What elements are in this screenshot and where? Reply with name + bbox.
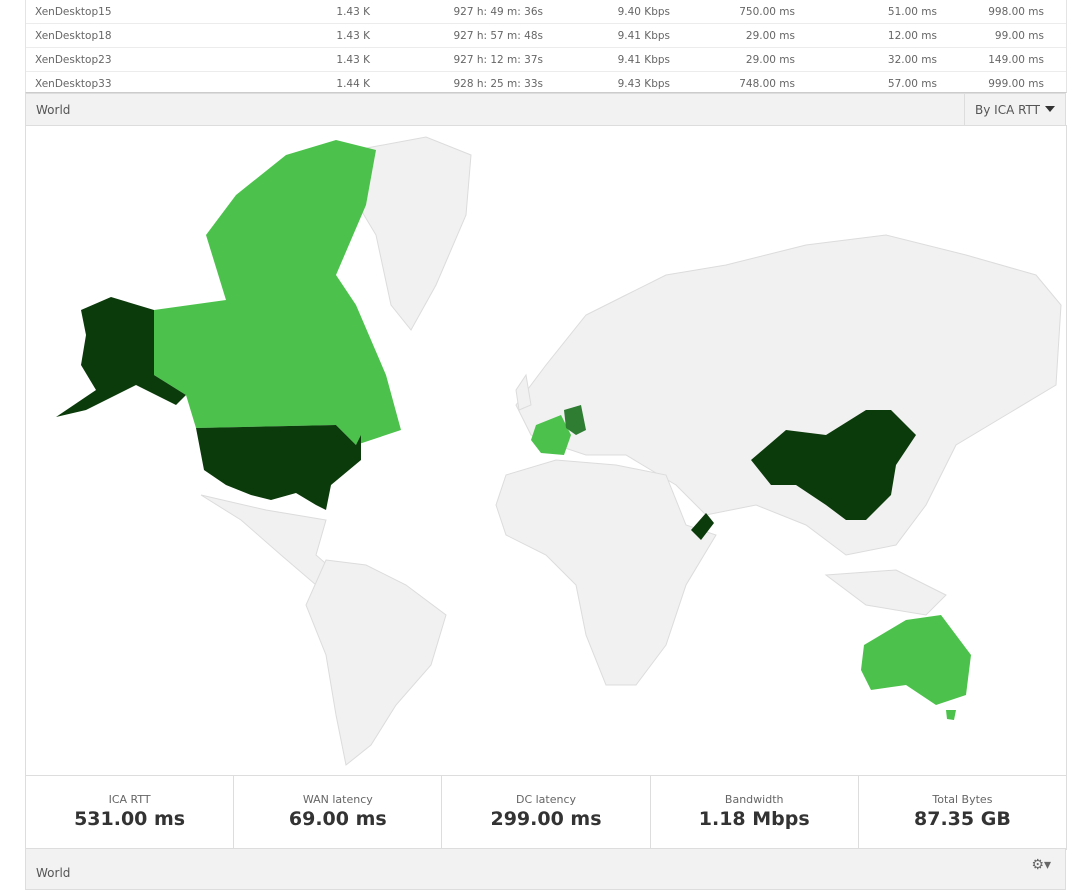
- stat-value: 87.35 GB: [914, 808, 1011, 830]
- metric-dropdown-label: By ICA RTT: [975, 103, 1041, 117]
- summary-stats: ICA RTT 531.00 ms WAN latency 69.00 ms DC …: [25, 775, 1067, 850]
- table-cell: 750.00 ms: [739, 6, 795, 18]
- table-cell: 1.43 K: [336, 30, 370, 42]
- stat-wan-latency: WAN latency 69.00 ms: [234, 776, 443, 849]
- stat-ica-rtt: ICA RTT 531.00 ms: [26, 776, 235, 849]
- table-cell: 9.41 Kbps: [617, 30, 670, 42]
- table-cell: 29.00 ms: [745, 54, 795, 66]
- table-cell: 998.00 ms: [988, 6, 1044, 18]
- table-cell: 9.43 Kbps: [617, 78, 670, 90]
- table-cell: 927 h: 57 m: 48s: [453, 30, 543, 42]
- table-cell: XenDesktop33: [35, 78, 112, 90]
- stat-label: ICA RTT: [108, 793, 151, 806]
- table-cell: 748.00 ms: [739, 78, 795, 90]
- map-panel-header: World By ICA RTT: [25, 93, 1066, 126]
- table-cell: XenDesktop15: [35, 6, 112, 18]
- table-cell: 927 h: 12 m: 37s: [453, 54, 543, 66]
- table-cell: 149.00 ms: [988, 54, 1044, 66]
- table-cell: 57.00 ms: [887, 78, 937, 90]
- table-cell: 9.40 Kbps: [617, 6, 670, 18]
- table-cell: 29.00 ms: [745, 30, 795, 42]
- table-cell: 1.44 K: [336, 78, 370, 90]
- stat-label: WAN latency: [302, 793, 373, 806]
- table-row[interactable]: XenDesktop15 1.43 K 927 h: 49 m: 36s 9.40 K…: [26, 0, 1066, 24]
- world-map: [25, 125, 1067, 775]
- stat-value: 1.18 Mbps: [698, 808, 810, 830]
- gear-icon[interactable]: ⚙▾: [1031, 857, 1051, 873]
- table-cell: 999.00 ms: [988, 78, 1044, 90]
- stat-value: 69.00 ms: [288, 808, 387, 830]
- metric-dropdown[interactable]: By ICA RTT: [964, 94, 1065, 125]
- map-panel-title: World: [36, 103, 71, 117]
- region-usa[interactable]: [196, 425, 361, 510]
- table-row[interactable]: XenDesktop18 1.43 K 927 h: 57 m: 48s 9.41 K…: [26, 24, 1066, 48]
- region-australia[interactable]: [861, 615, 971, 705]
- stat-value: 531.00 ms: [74, 808, 186, 830]
- table-cell: 12.00 ms: [887, 30, 937, 42]
- region-southeast-asia[interactable]: [824, 569, 947, 616]
- table-cell: 9.41 Kbps: [617, 54, 670, 66]
- table-cell: XenDesktop18: [35, 30, 112, 42]
- desktops-table: XenDesktop15 1.43 K 927 h: 49 m: 36s 9.40 K…: [25, 0, 1067, 96]
- region-tasmania[interactable]: [946, 710, 956, 720]
- bottom-panel-title: World: [36, 866, 71, 880]
- table-cell: 1.43 K: [336, 54, 370, 66]
- stat-value: 299.00 ms: [490, 808, 602, 830]
- region-uk[interactable]: [515, 373, 532, 411]
- table-row[interactable]: XenDesktop23 1.43 K 927 h: 12 m: 37s 9.41 K…: [26, 48, 1066, 72]
- table-cell: 51.00 ms: [887, 6, 937, 18]
- bottom-panel-header: World ⚙▾: [25, 848, 1066, 890]
- table-cell: 32.00 ms: [887, 54, 937, 66]
- table-cell: 1.43 K: [336, 6, 370, 18]
- region-canada[interactable]: [154, 140, 401, 445]
- region-south-america[interactable]: [305, 559, 447, 766]
- stat-total-bytes: Total Bytes 87.35 GB: [859, 776, 1066, 849]
- table-cell: 928 h: 25 m: 33s: [453, 78, 543, 90]
- stat-label: Total Bytes: [932, 793, 993, 806]
- table-cell: XenDesktop23: [35, 54, 112, 66]
- stat-dc-latency: DC latency 299.00 ms: [442, 776, 651, 849]
- table-cell: 927 h: 49 m: 36s: [453, 6, 543, 18]
- stat-label: DC latency: [515, 793, 577, 806]
- table-cell: 99.00 ms: [994, 30, 1044, 42]
- region-africa[interactable]: [495, 459, 717, 686]
- stat-bandwidth: Bandwidth 1.18 Mbps: [651, 776, 859, 849]
- stat-label: Bandwidth: [724, 793, 784, 806]
- caret-down-icon: [1045, 106, 1055, 112]
